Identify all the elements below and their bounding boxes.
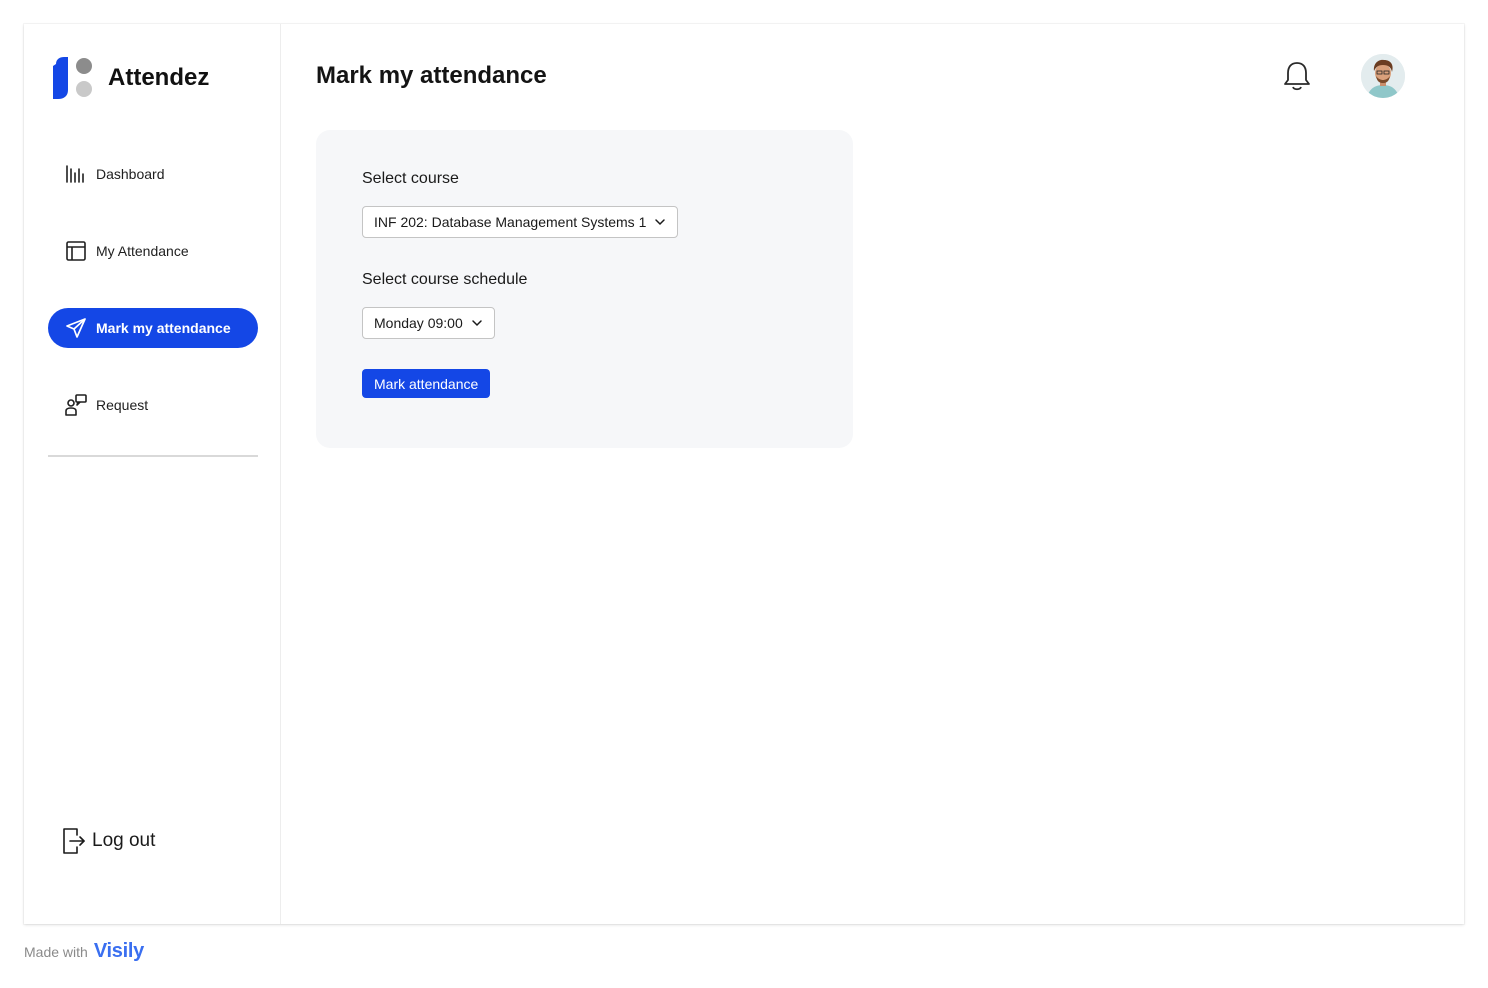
- avatar[interactable]: [1361, 54, 1405, 98]
- calendar-table-icon: [65, 240, 87, 262]
- course-select-value: INF 202: Database Management Systems 1: [374, 214, 647, 230]
- notification-bell-icon[interactable]: [1282, 60, 1312, 92]
- app-logo: Attendez: [52, 56, 209, 100]
- logout-button[interactable]: Log out: [62, 826, 155, 856]
- sidebar-divider: [48, 455, 258, 457]
- send-icon: [65, 317, 87, 339]
- logout-icon: [62, 826, 88, 856]
- sidebar-item-dashboard[interactable]: Dashboard: [48, 154, 258, 194]
- sidebar-item-request[interactable]: Request: [48, 385, 258, 425]
- schedule-select[interactable]: Monday 09:00: [362, 307, 495, 339]
- app-window: Attendez Dashboard My Attendance Mark my…: [24, 24, 1464, 924]
- made-with-badge[interactable]: Made with Visily: [24, 940, 144, 963]
- sidebar: Attendez Dashboard My Attendance Mark my…: [24, 24, 281, 924]
- schedule-label: Select course schedule: [362, 271, 528, 288]
- logo-mark-icon: [52, 56, 94, 100]
- page-title: Mark my attendance: [316, 62, 547, 89]
- course-select[interactable]: INF 202: Database Management Systems 1: [362, 206, 679, 238]
- mark-attendance-button[interactable]: Mark attendance: [362, 369, 491, 398]
- bar-chart-icon: [65, 163, 87, 185]
- app-name: Attendez: [108, 64, 210, 91]
- main-content: Mark my attendance Select course INF 202…: [282, 24, 1464, 924]
- attendance-form-card: Select course INF 202: Database Manageme…: [316, 130, 853, 448]
- sidebar-item-my-attendance[interactable]: My Attendance: [48, 231, 258, 271]
- request-icon: [65, 394, 87, 416]
- schedule-select-value: Monday 09:00: [374, 315, 463, 331]
- course-label: Select course: [362, 170, 459, 187]
- sidebar-item-label: Dashboard: [96, 166, 165, 182]
- sidebar-item-mark-my-attendance[interactable]: Mark my attendance: [48, 308, 258, 348]
- made-with-label: Made with: [24, 943, 88, 960]
- sidebar-item-label: Mark my attendance: [96, 320, 231, 336]
- chevron-down-icon: [471, 317, 483, 329]
- sidebar-item-label: My Attendance: [96, 243, 189, 259]
- sidebar-item-label: Request: [96, 397, 149, 413]
- chevron-down-icon: [654, 216, 666, 228]
- logout-label: Log out: [92, 830, 156, 851]
- visily-brand: Visily: [93, 940, 144, 962]
